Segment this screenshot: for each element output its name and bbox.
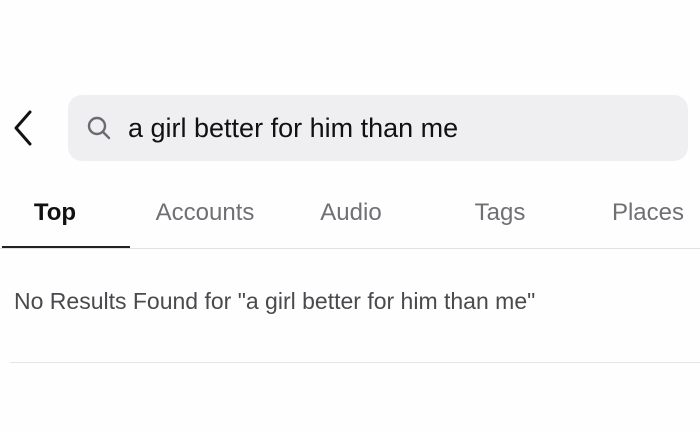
tab-tags[interactable]: Tags [460,180,540,246]
tab-audio[interactable]: Audio [305,180,397,246]
search-input[interactable] [128,95,668,161]
search-screen: Top Accounts Audio Tags Places No Result… [0,0,700,433]
tab-accounts[interactable]: Accounts [140,180,270,246]
active-tab-indicator [2,246,130,248]
tab-places[interactable]: Places [598,180,698,246]
no-results-message: No Results Found for "a girl better for … [14,288,536,314]
magnifier-icon [87,116,111,140]
divider [10,362,700,363]
tab-top[interactable]: Top [20,180,90,246]
search-bar[interactable] [68,95,688,161]
search-tabs: Top Accounts Audio Tags Places [0,180,700,249]
chevron-left-icon [14,110,32,146]
back-button[interactable] [8,108,38,148]
